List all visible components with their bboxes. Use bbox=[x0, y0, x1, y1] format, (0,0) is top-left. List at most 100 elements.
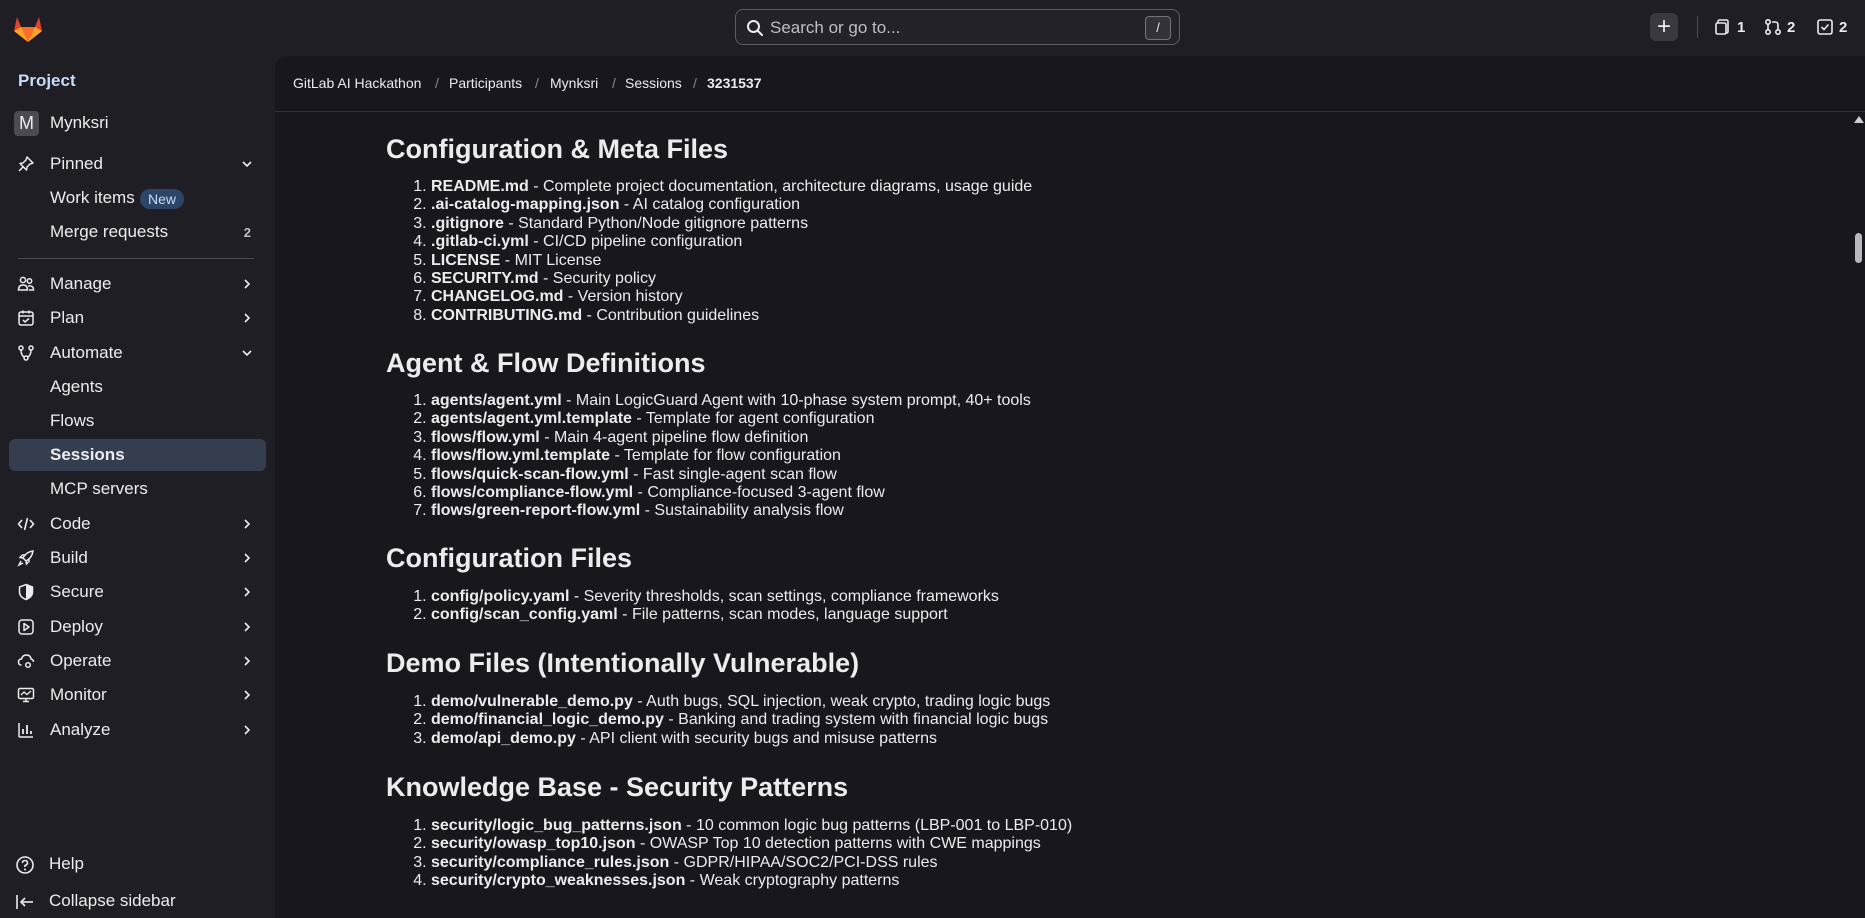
list-item: flows/flow.yml.template - Template for f… bbox=[431, 447, 1031, 465]
collapse-sidebar-label: Collapse sidebar bbox=[49, 891, 176, 910]
file-name: README.md bbox=[431, 178, 529, 195]
merge-request-icon bbox=[1764, 18, 1782, 36]
sidebar-item-label: Work items bbox=[50, 188, 135, 207]
breadcrumb-link-group[interactable]: GitLab AI Hackathon bbox=[293, 75, 421, 91]
chevron-right-icon bbox=[244, 279, 251, 289]
file-name: flows/green-report-flow.yml bbox=[431, 502, 641, 520]
breadcrumb-link-participants[interactable]: Participants bbox=[449, 75, 522, 91]
sidebar-item-label: Manage bbox=[50, 274, 112, 293]
file-name: security/owasp_top10.json bbox=[431, 835, 636, 853]
sidebar-item-work-items[interactable]: Work items New bbox=[9, 182, 266, 214]
shield-icon bbox=[18, 583, 34, 601]
sidebar-item-manage[interactable]: Manage bbox=[9, 268, 266, 300]
file-description: - Banking and trading system with financ… bbox=[663, 711, 1049, 729]
file-name: security/compliance_rules.json bbox=[431, 853, 670, 871]
sidebar-item-label: Operate bbox=[50, 651, 112, 670]
merge-requests-counter[interactable]: 2 bbox=[1764, 15, 1795, 39]
chevron-right-icon bbox=[244, 519, 251, 529]
chevron-right-icon bbox=[244, 690, 251, 700]
list-item: agents/agent.yml.template - Template for… bbox=[431, 410, 1031, 428]
breadcrumb-link-sessions[interactable]: Sessions bbox=[625, 75, 682, 91]
users-icon bbox=[17, 276, 35, 291]
file-description: - Standard Python/Node gitignore pattern… bbox=[503, 214, 809, 232]
list-item: security/crypto_weaknesses.json - Weak c… bbox=[431, 872, 1072, 890]
issues-count: 1 bbox=[1737, 18, 1746, 36]
code-icon bbox=[17, 517, 35, 531]
file-name: flows/quick-scan-flow.yml bbox=[431, 465, 629, 483]
deploy-icon bbox=[18, 619, 34, 635]
chevron-down-icon bbox=[242, 350, 252, 357]
sidebar-item-code[interactable]: Code bbox=[9, 508, 266, 540]
issues-icon bbox=[1715, 19, 1729, 35]
list-item: flows/quick-scan-flow.yml - Fast single-… bbox=[431, 466, 1031, 484]
create-new-button[interactable]: + bbox=[1650, 13, 1678, 41]
list-item: security/owasp_top10.json - OWASP Top 10… bbox=[431, 835, 1072, 853]
sidebar-item-analyze[interactable]: Analyze bbox=[9, 714, 266, 746]
list-item: flows/green-report-flow.yml - Sustainabi… bbox=[431, 502, 1031, 520]
file-description: - Contribution guidelines bbox=[582, 306, 760, 324]
sidebar-item-automate[interactable]: Automate bbox=[9, 337, 266, 369]
issues-counter[interactable]: 1 bbox=[1714, 15, 1745, 39]
scrollbar-thumb[interactable] bbox=[1855, 233, 1862, 263]
file-name: config/scan_config.yaml bbox=[431, 606, 618, 624]
section-heading: Demo Files (Intentionally Vulnerable) bbox=[386, 648, 860, 678]
sidebar-item-monitor[interactable]: Monitor bbox=[9, 679, 266, 711]
project-avatar: M bbox=[14, 111, 39, 136]
file-name: .gitignore bbox=[431, 214, 504, 232]
todos-counter[interactable]: 2 bbox=[1816, 15, 1847, 39]
gitlab-logo-icon[interactable] bbox=[12, 13, 44, 43]
list-item: CONTRIBUTING.md - Contribution guideline… bbox=[431, 307, 1032, 325]
file-description: - Weak cryptography patterns bbox=[685, 872, 900, 890]
scrollbar-up-arrow[interactable] bbox=[1854, 116, 1864, 123]
cloud-gear-icon bbox=[17, 654, 35, 669]
sidebar-item-sessions[interactable]: Sessions bbox=[9, 439, 266, 471]
sidebar-item-merge-requests[interactable]: Merge requests 2 bbox=[9, 216, 266, 248]
file-name: flows/flow.yml.template bbox=[431, 447, 610, 465]
file-description: - Fast single-agent scan flow bbox=[628, 465, 837, 483]
list-item: security/logic_bug_patterns.json - 10 co… bbox=[431, 817, 1072, 835]
file-description: - MIT License bbox=[500, 251, 602, 269]
file-description: - API client with security bugs and misu… bbox=[575, 729, 937, 747]
file-description: - AI catalog configuration bbox=[619, 196, 801, 214]
file-list: README.md - Complete project documentati… bbox=[386, 178, 1032, 325]
sidebar-item-label: Plan bbox=[50, 308, 85, 327]
search-input[interactable]: Search or go to... / bbox=[735, 9, 1180, 45]
file-description: - Main 4-agent pipeline flow definition bbox=[539, 428, 809, 446]
sidebar-item-label: MCP servers bbox=[50, 479, 148, 498]
file-name: CONTRIBUTING.md bbox=[431, 306, 583, 324]
sidebar-item-operate[interactable]: Operate bbox=[9, 645, 266, 677]
list-item: config/policy.yaml - Severity thresholds… bbox=[431, 588, 999, 606]
file-name: LICENSE bbox=[431, 251, 501, 269]
help-icon bbox=[16, 856, 34, 874]
list-item: demo/vulnerable_demo.py - Auth bugs, SQL… bbox=[431, 693, 1050, 711]
search-icon bbox=[747, 20, 763, 36]
breadcrumb-link-project[interactable]: Mynksri bbox=[550, 75, 598, 91]
sidebar-item-plan[interactable]: Plan bbox=[9, 302, 266, 334]
collapse-sidebar-button[interactable]: Collapse sidebar bbox=[9, 885, 266, 917]
file-name: agents/agent.yml.template bbox=[431, 410, 632, 428]
pin-icon bbox=[18, 156, 34, 172]
sidebar-item-mcp-servers[interactable]: MCP servers bbox=[9, 473, 266, 505]
sidebar-item-agents[interactable]: Agents bbox=[9, 371, 266, 403]
topbar-divider bbox=[1697, 16, 1698, 38]
file-name: flows/compliance-flow.yml bbox=[431, 484, 634, 502]
list-item: demo/api_demo.py - API client with secur… bbox=[431, 730, 1050, 748]
list-item: .gitlab-ci.yml - CI/CD pipeline configur… bbox=[431, 233, 1032, 251]
sidebar-item-secure[interactable]: Secure bbox=[9, 576, 266, 608]
chart-icon bbox=[18, 723, 33, 738]
sidebar-section-title: Project bbox=[18, 71, 76, 90]
sidebar-item-label: Sessions bbox=[50, 445, 125, 464]
sidebar-item-build[interactable]: Build bbox=[9, 542, 266, 574]
file-description: - Version history bbox=[563, 288, 683, 306]
automate-icon bbox=[18, 345, 34, 361]
sidebar-item-pinned[interactable]: Pinned bbox=[9, 148, 266, 180]
sidebar-item-label: Merge requests bbox=[50, 222, 169, 241]
file-name: demo/financial_logic_demo.py bbox=[431, 711, 664, 729]
sidebar-item-flows[interactable]: Flows bbox=[9, 405, 266, 437]
help-button[interactable]: Help bbox=[9, 848, 266, 880]
sidebar-item-deploy[interactable]: Deploy bbox=[9, 611, 266, 643]
rocket-icon bbox=[17, 550, 34, 567]
collapse-left-icon bbox=[16, 895, 33, 909]
sidebar-project-link[interactable]: M Mynksri bbox=[9, 107, 266, 139]
list-item: flows/flow.yml - Main 4-agent pipeline f… bbox=[431, 429, 1031, 447]
